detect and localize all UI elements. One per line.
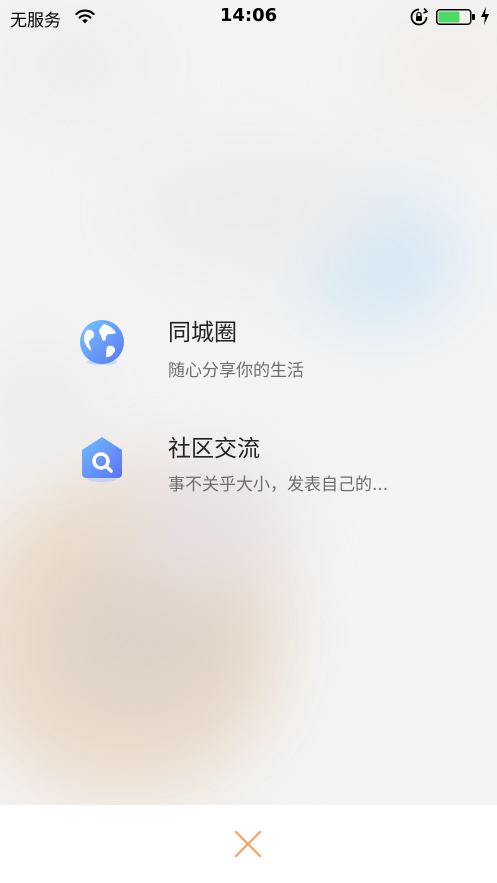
- globe-icon: [80, 320, 124, 365]
- charging-bolt-icon: [481, 7, 489, 25]
- battery-icon: [436, 9, 475, 25]
- menu-item-subtitle: 随心分享你的生活: [168, 361, 304, 381]
- community-house-icon: [82, 437, 122, 482]
- menu-item-title: 社区交流: [168, 436, 260, 462]
- menu-item-title: 同城圈: [168, 320, 237, 346]
- rotation-lock-icon: [410, 7, 429, 26]
- menu-item-community[interactable]: 社区交流 事不关乎大小，发表自己的...: [0, 435, 497, 525]
- close-icon[interactable]: [228, 824, 268, 864]
- bottom-bar: [0, 805, 497, 883]
- menu-item-subtitle: 事不关乎大小，发表自己的...: [168, 475, 389, 495]
- status-bar: 无服务 14:06: [0, 0, 497, 34]
- menu-item-city-circle[interactable]: 同城圈 随心分享你的生活: [0, 318, 497, 408]
